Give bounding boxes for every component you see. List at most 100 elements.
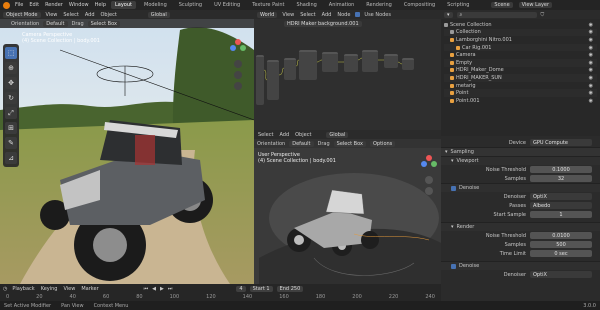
annotate-tool-icon[interactable]: ✎ (5, 137, 17, 149)
device-dropdown[interactable]: GPU Compute (530, 139, 592, 146)
outliner-item[interactable]: HDRI_Maker_Dome ◉ (444, 67, 597, 75)
measure-tool-icon[interactable]: ⊿ (5, 152, 17, 164)
visibility-eye-icon[interactable]: ◉ (589, 60, 597, 66)
outliner-item[interactable]: Collection ◉ (444, 28, 597, 37)
sampling-panel-header[interactable]: ▾ Sampling (441, 147, 600, 156)
timeline-menu-view[interactable]: View (62, 286, 76, 292)
tab-texture-paint[interactable]: Texture Paint (248, 1, 288, 9)
visibility-eye-icon[interactable]: ◉ (589, 83, 597, 89)
visibility-eye-icon[interactable]: ◉ (589, 22, 597, 28)
viewport-3d-solid[interactable]: Select Add Object Global Orientation Def… (254, 130, 441, 284)
node-editor[interactable]: World View Select Add Node Use Nodes HDR… (254, 10, 441, 130)
vp2-select-box-dropdown[interactable]: Select Box (333, 140, 366, 147)
properties-editor[interactable]: Device GPU Compute ▾ Sampling ▾ Viewport… (441, 136, 600, 310)
outliner-display-mode[interactable]: ▾ (444, 11, 453, 18)
tab-rendering[interactable]: Rendering (362, 1, 396, 9)
viewport-subpanel-header[interactable]: ▾ Viewport (441, 156, 600, 165)
vp2-menu-add[interactable]: Add (278, 132, 290, 138)
start-frame-field[interactable]: Start 1 (249, 285, 273, 292)
tab-uv-editing[interactable]: UV Editing (210, 1, 244, 9)
outliner-item[interactable]: Point ◉ (444, 89, 597, 97)
visibility-eye-icon[interactable]: ◉ (589, 90, 597, 96)
vp2-menu-select[interactable]: Select (257, 132, 274, 138)
timeline-ruler[interactable]: 0 20 40 60 80 100 120 140 160 180 200 220 240 (0, 293, 441, 301)
render-samples-field[interactable]: 500 (530, 241, 592, 248)
tab-compositing[interactable]: Compositing (400, 1, 439, 9)
play-icon[interactable]: ▶ (160, 286, 164, 292)
viewport-noise-threshold-field[interactable]: 0.1000 (530, 166, 592, 173)
jump-end-icon[interactable]: ⏭ (168, 286, 173, 292)
menu-edit[interactable]: Edit (28, 2, 40, 8)
play-reverse-icon[interactable]: ◀ (152, 286, 156, 292)
viewport-denoise-checkbox[interactable] (451, 185, 456, 191)
vp-menu-select[interactable]: Select (62, 12, 79, 18)
outliner-item[interactable]: Lamborghini Nitro.001 ◉ (444, 36, 597, 44)
vp2-navigation-gizmo[interactable] (419, 152, 439, 204)
scene-selector[interactable]: Scene (491, 2, 513, 8)
render-denoise-checkbox[interactable] (451, 263, 456, 269)
vp2-transform-dropdown[interactable]: Global (326, 131, 349, 138)
vp2-orientation-dropdown[interactable]: Default (289, 140, 314, 147)
menu-help[interactable]: Help (94, 2, 107, 8)
outliner-item[interactable]: metarig ◉ (444, 82, 597, 90)
visibility-eye-icon[interactable]: ◉ (589, 29, 597, 35)
transform-orientation-dropdown[interactable]: Global (147, 11, 170, 18)
tab-layout[interactable]: Layout (111, 1, 136, 9)
scale-tool-icon[interactable]: ⤢ (5, 107, 17, 119)
outliner-item[interactable]: Camera ◉ (444, 51, 597, 59)
timeline[interactable]: ◷ Playback Keying View Marker ⏮ ◀ ▶ ⏭ 4 … (0, 284, 441, 301)
vp-menu-object[interactable]: Object (100, 12, 118, 18)
visibility-eye-icon[interactable]: ◉ (589, 98, 597, 104)
tab-scripting[interactable]: Scripting (443, 1, 473, 9)
viewport-denoise-header[interactable]: Denoise (441, 183, 600, 192)
outliner-item[interactable]: Empty ◉ (444, 58, 597, 67)
start-sample-field[interactable]: 1 (530, 211, 592, 218)
tab-animation[interactable]: Animation (325, 1, 359, 9)
outliner-item[interactable]: Car Rig.001 ◉ (444, 43, 597, 52)
select-tool-icon[interactable]: ⬚ (5, 47, 17, 59)
timeline-menu-playback[interactable]: Playback (11, 286, 35, 292)
blender-logo-icon[interactable] (3, 1, 10, 9)
view-layer-selector[interactable]: View Layer (518, 2, 553, 8)
denoiser-dropdown[interactable]: OptiX (530, 193, 592, 200)
viewport-samples-field[interactable]: 32 (530, 175, 592, 182)
outliner-item[interactable]: Scene Collection ◉ (444, 21, 597, 29)
outliner-search-input[interactable]: ⌕ (456, 11, 537, 18)
visibility-eye-icon[interactable]: ◉ (589, 45, 597, 51)
timeline-editor-icon[interactable]: ◷ (3, 286, 7, 292)
menu-window[interactable]: Window (68, 2, 90, 8)
end-frame-field[interactable]: End 250 (276, 285, 304, 292)
timeline-menu-marker[interactable]: Marker (80, 286, 99, 292)
render-denoise-header[interactable]: Denoise (441, 261, 600, 270)
outliner-item[interactable]: HDRI_MAKER_SUN ◉ (444, 74, 597, 82)
render-noise-threshold-field[interactable]: 0.0100 (530, 232, 592, 239)
vp2-options-button[interactable]: Options (369, 140, 396, 147)
tab-modeling[interactable]: Modeling (140, 1, 171, 9)
outliner-item[interactable]: Point.001 ◉ (444, 97, 597, 105)
vp-menu-view[interactable]: View (45, 12, 59, 18)
visibility-eye-icon[interactable]: ◉ (589, 37, 597, 43)
navigation-gizmo[interactable] (226, 34, 250, 90)
visibility-eye-icon[interactable]: ◉ (589, 75, 597, 81)
cursor-tool-icon[interactable]: ⊕ (5, 62, 17, 74)
render-subpanel-header[interactable]: ▾ Render (441, 222, 600, 231)
time-limit-field[interactable]: 0 sec (530, 250, 592, 257)
viewport-3d-camera[interactable]: Object Mode View Select Add Object Globa… (0, 10, 254, 284)
passes-dropdown[interactable]: Albedo (530, 202, 592, 209)
render-denoiser-dropdown[interactable]: OptiX (530, 271, 592, 278)
menu-file[interactable]: File (14, 2, 24, 8)
filter-icon[interactable]: ⛉ (541, 12, 545, 18)
tab-shading[interactable]: Shading (292, 1, 320, 9)
visibility-eye-icon[interactable]: ◉ (589, 52, 597, 58)
orientation-dropdown[interactable]: Default (43, 20, 68, 27)
mode-selector[interactable]: Object Mode (3, 11, 41, 18)
select-box-dropdown[interactable]: Select Box (87, 20, 120, 27)
transform-tool-icon[interactable]: ⊞ (5, 122, 17, 134)
vp2-menu-object[interactable]: Object (294, 132, 312, 138)
current-frame-field[interactable]: 4 (236, 285, 246, 292)
tab-sculpting[interactable]: Sculpting (175, 1, 206, 9)
outliner[interactable]: ▾ ⌕ ⛉ Scene Collection ◉ Collection ◉ Lambor… (441, 10, 600, 136)
move-tool-icon[interactable]: ✥ (5, 77, 17, 89)
jump-start-icon[interactable]: ⏮ (144, 286, 149, 292)
rotate-tool-icon[interactable]: ↻ (5, 92, 17, 104)
